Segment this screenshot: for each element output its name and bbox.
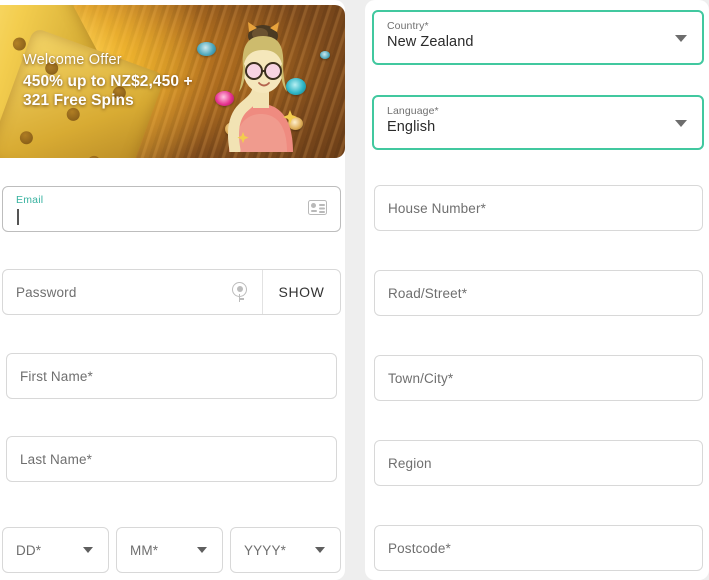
last-name-field[interactable]: Last Name* [6,436,337,482]
right-column: Country* New Zealand Language* English H… [365,0,709,580]
registration-page: Welcome Offer 450% up to NZ$2,450 + 321 … [0,0,709,580]
password-input[interactable]: Password [3,270,263,314]
password-field[interactable]: Password SHOW [2,269,341,315]
house-number-placeholder: House Number* [388,200,486,216]
chevron-down-icon[interactable] [83,547,93,553]
chevron-down-icon[interactable] [675,34,687,42]
dob-day-select[interactable]: DD* [2,527,109,573]
language-value: English [387,119,436,135]
first-name-field[interactable]: First Name* [6,353,337,399]
promo-line-2: 321 Free Spins [23,92,134,109]
dob-year-select[interactable]: YYYY* [230,527,341,573]
house-number-field[interactable]: House Number* [374,185,703,231]
language-label: Language* [387,105,439,117]
email-field[interactable]: Email [2,186,341,232]
chevron-down-icon[interactable] [197,547,207,553]
character-illustration [227,22,297,152]
dob-year-placeholder: YYYY* [244,542,287,558]
left-column: Welcome Offer 450% up to NZ$2,450 + 321 … [0,0,345,580]
town-city-field[interactable]: Town/City* [374,355,703,401]
promo-text-block: Welcome Offer 450% up to NZ$2,450 + 321 … [23,52,193,110]
region-placeholder: Region [388,455,432,471]
password-placeholder: Password [16,284,77,300]
last-name-placeholder: Last Name* [20,451,93,467]
key-icon[interactable] [230,282,250,302]
postcode-field[interactable]: Postcode* [374,525,703,571]
contact-card-icon[interactable] [308,200,327,215]
country-label: Country* [387,20,429,32]
casino-chip-icon [320,51,330,59]
dob-day-placeholder: DD* [16,542,42,558]
text-cursor [17,209,19,225]
password-show-button[interactable]: SHOW [263,270,340,314]
promo-line-1: 450% up to NZ$2,450 + [23,73,193,90]
country-value: New Zealand [387,34,474,50]
first-name-placeholder: First Name* [20,368,93,384]
dob-month-placeholder: MM* [130,542,159,558]
region-field[interactable]: Region [374,440,703,486]
welcome-offer-banner[interactable]: Welcome Offer 450% up to NZ$2,450 + 321 … [0,5,345,158]
town-city-placeholder: Town/City* [388,370,454,386]
chevron-down-icon[interactable] [315,547,325,553]
email-field-label: Email [16,194,44,206]
road-street-placeholder: Road/Street* [388,285,468,301]
promo-title: Welcome Offer [23,52,122,68]
road-street-field[interactable]: Road/Street* [374,270,703,316]
chevron-down-icon[interactable] [675,119,687,127]
language-select[interactable]: Language* English [372,95,704,150]
dob-month-select[interactable]: MM* [116,527,223,573]
country-select[interactable]: Country* New Zealand [372,10,704,65]
postcode-placeholder: Postcode* [388,540,451,556]
